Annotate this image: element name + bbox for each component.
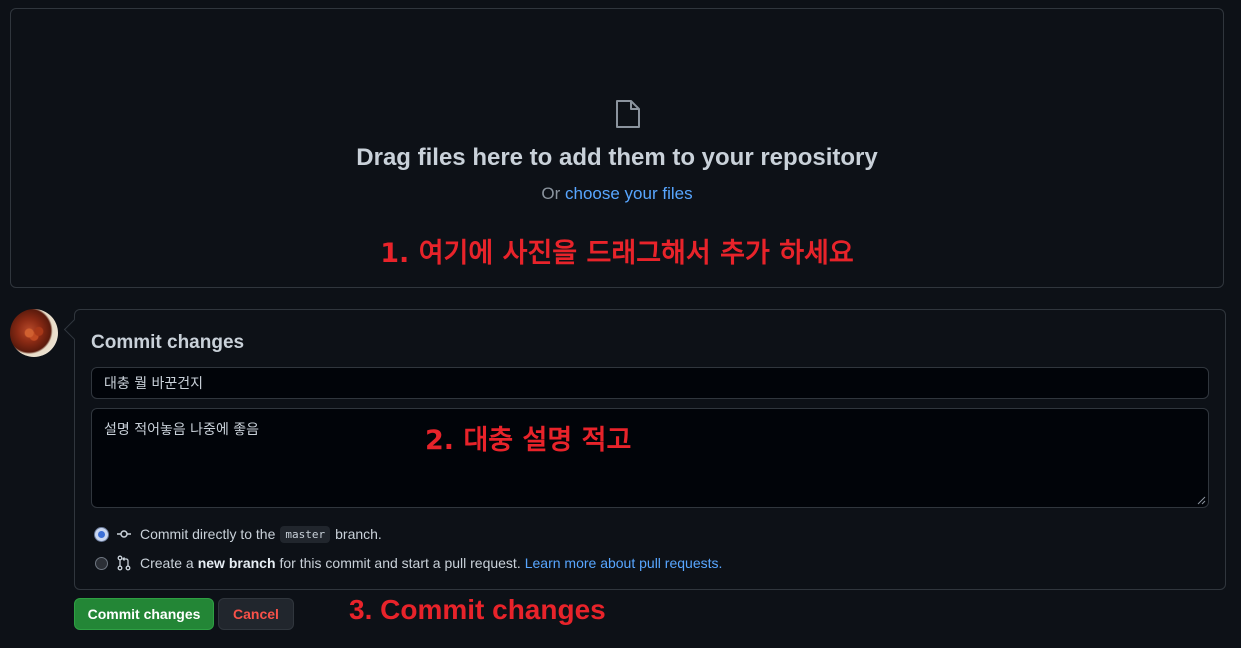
file-drop-zone[interactable]: Drag files here to add them to your repo… xyxy=(10,8,1224,288)
file-icon xyxy=(616,100,640,128)
avatar xyxy=(10,309,58,357)
git-pull-request-icon xyxy=(117,555,131,571)
commit-direct-option[interactable]: Commit directly to the master branch. xyxy=(95,524,382,544)
commit-panel-title: Commit changes xyxy=(91,332,245,353)
new-branch-bold: new branch xyxy=(197,555,276,571)
commit-changes-button[interactable]: Commit changes xyxy=(74,598,214,630)
resize-grip-icon[interactable] xyxy=(1197,496,1206,505)
commit-direct-text: Commit directly to the xyxy=(140,526,276,542)
new-branch-prefix: Create a xyxy=(140,555,194,571)
annotation-step-3: 3. Commit changes xyxy=(349,594,606,625)
upload-files-page: Drag files here to add them to your repo… xyxy=(0,0,1241,648)
commit-summary-input[interactable] xyxy=(91,367,1209,399)
git-commit-icon xyxy=(117,530,131,538)
branch-name-badge: master xyxy=(280,525,331,543)
annotation-step-1: 1. 여기에 사진을 드래그해서 추가 하세요 xyxy=(380,238,854,269)
annotation-step-2: 2. 대충 설명 적고 xyxy=(425,425,632,456)
choose-files-link[interactable]: choose your files xyxy=(565,184,693,203)
cancel-button[interactable]: Cancel xyxy=(218,598,294,630)
drop-zone-subtitle: Or choose your files xyxy=(11,184,1223,204)
new-branch-option[interactable]: Create a new branch for this commit and … xyxy=(95,553,722,573)
drop-zone-title: Drag files here to add them to your repo… xyxy=(356,144,878,171)
new-branch-radio[interactable] xyxy=(95,556,108,570)
commit-changes-panel: Commit changes 2. 대충 설명 적고 Commit direct… xyxy=(74,309,1226,590)
new-branch-suffix: for this commit and start a pull request… xyxy=(279,555,521,571)
drop-zone-or-text: Or xyxy=(541,184,561,203)
learn-more-pull-requests-link[interactable]: Learn more about pull requests. xyxy=(525,555,723,571)
commit-direct-suffix: branch. xyxy=(335,526,382,542)
commit-description-textarea[interactable] xyxy=(91,408,1209,508)
commit-direct-radio[interactable] xyxy=(95,527,108,541)
